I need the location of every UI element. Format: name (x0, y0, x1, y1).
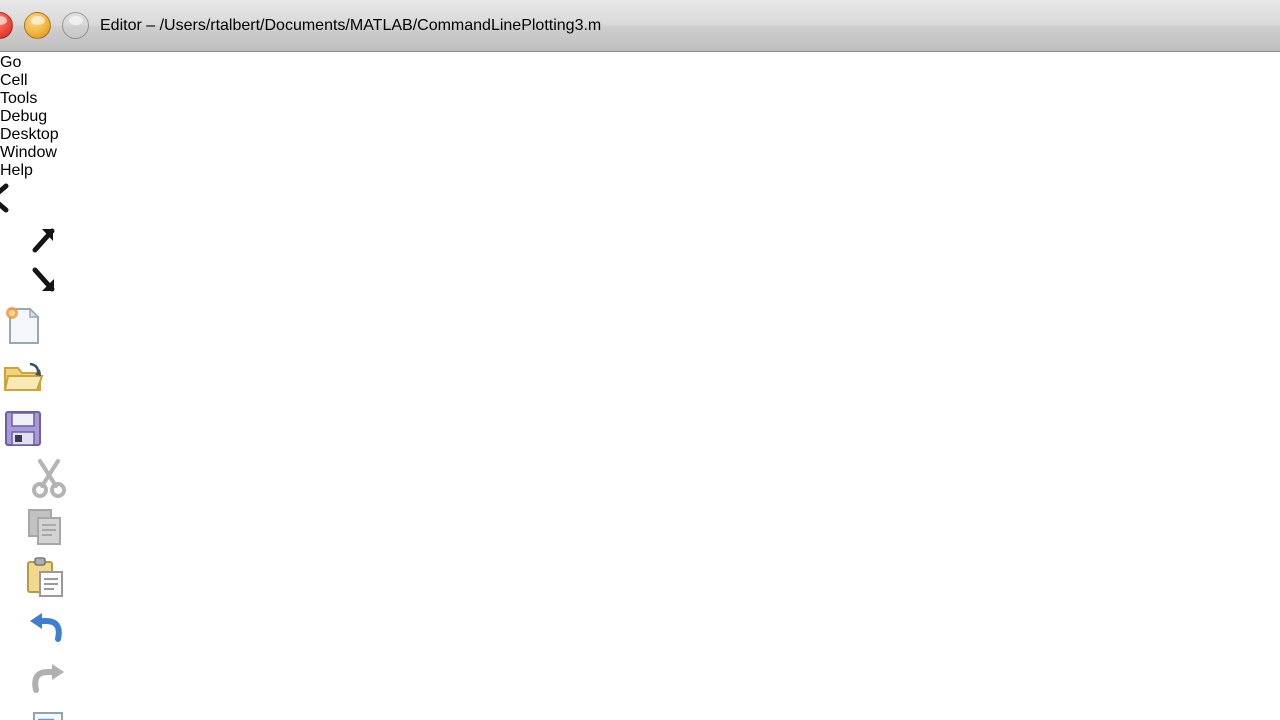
cut-icon[interactable] (28, 456, 1280, 503)
main-toolbar: » (0, 180, 1280, 720)
matlab-editor-window: Editor – /Users/rtalbert/Documents/MATLA… (0, 0, 1280, 720)
paste-icon[interactable] (22, 554, 1280, 605)
window-controls (0, 12, 100, 39)
back-icon[interactable] (0, 180, 1280, 221)
open-folder-icon[interactable] (0, 354, 1280, 405)
undo-icon[interactable] (24, 605, 1280, 656)
redo-icon[interactable] (24, 656, 1280, 707)
print-icon[interactable] (26, 707, 1280, 720)
menu-item-help[interactable]: Help (0, 162, 1280, 180)
title-bar: Editor – /Users/rtalbert/Documents/MATLA… (0, 0, 1280, 52)
menu-item-go[interactable]: Go (0, 54, 1280, 72)
menu-item-tools[interactable]: Tools (0, 90, 1280, 108)
copy-icon[interactable] (22, 503, 1280, 554)
new-file-icon[interactable] (0, 303, 1280, 354)
save-icon[interactable] (0, 405, 1280, 456)
menu-item-debug[interactable]: Debug (0, 108, 1280, 126)
close-button[interactable] (0, 12, 13, 39)
go-up-icon[interactable] (26, 221, 1280, 262)
minimize-button[interactable] (24, 12, 51, 39)
zoom-button[interactable] (62, 12, 89, 39)
menu-item-cell[interactable]: Cell (0, 72, 1280, 90)
go-down-icon[interactable] (26, 262, 1280, 303)
window-title: Editor – /Users/rtalbert/Documents/MATLA… (100, 16, 602, 34)
menu-item-desktop[interactable]: Desktop (0, 126, 1280, 144)
menu-item-window[interactable]: Window (0, 144, 1280, 162)
